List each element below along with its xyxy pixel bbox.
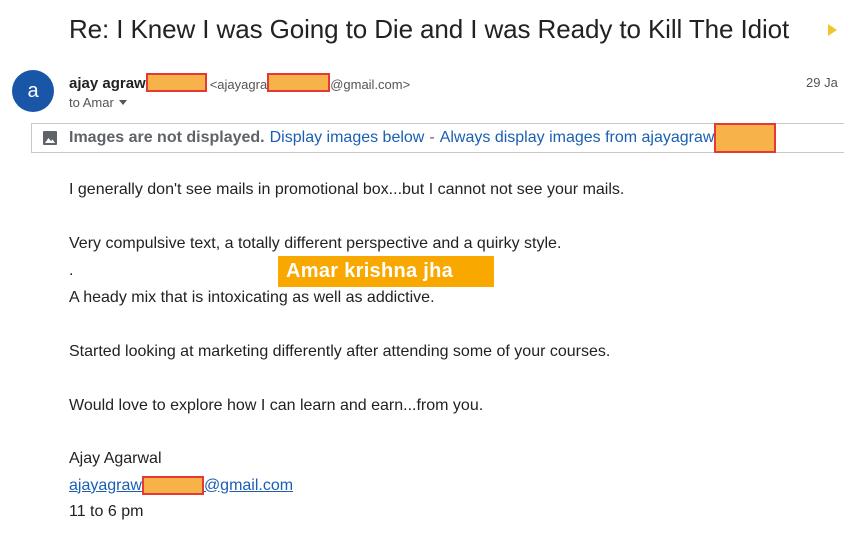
signature-name: Ajay Agarwal xyxy=(69,450,162,467)
body-line: A heady mix that is intoxicating as well… xyxy=(69,289,435,306)
link-separator: - xyxy=(429,129,435,146)
sender-name[interactable]: ajay agraw xyxy=(69,75,146,92)
signature-email-domain-link[interactable]: @gmail.com xyxy=(204,477,293,495)
body-line: Would love to explore how I can learn an… xyxy=(69,397,484,414)
sender-email-prefix: <ajayagra xyxy=(209,77,268,92)
recipient-label: to Amar xyxy=(69,95,114,110)
email-date: 29 Ja xyxy=(806,75,838,90)
sender-row: ajay agraw <ajayagra @gmail.com> xyxy=(69,73,410,92)
recipient-row[interactable]: to Amar xyxy=(69,95,127,110)
signature-email-link[interactable]: ajayagraw xyxy=(69,477,142,495)
images-notice: Images are not displayed. xyxy=(69,129,265,146)
display-images-below-link[interactable]: Display images below xyxy=(270,129,425,147)
redaction-box xyxy=(141,476,204,495)
sender-avatar[interactable]: a xyxy=(12,70,54,112)
body-line: . xyxy=(69,262,74,279)
image-icon xyxy=(43,131,57,145)
redaction-box xyxy=(145,73,207,92)
redaction-box xyxy=(267,73,331,92)
watermark-label: Amar krishna jha xyxy=(278,256,494,287)
body-line: I generally don't see mails in promotion… xyxy=(69,181,625,198)
signature-hours: 11 to 6 pm xyxy=(69,503,144,520)
body-line: Started looking at marketing differently… xyxy=(69,343,611,360)
important-marker-icon[interactable] xyxy=(828,24,837,36)
chevron-down-icon[interactable] xyxy=(118,100,127,105)
body-line: Very compulsive text, a totally differen… xyxy=(69,235,562,252)
signature-email-row: ajayagraw @gmail.com xyxy=(69,476,293,495)
sender-email-suffix: @gmail.com> xyxy=(330,77,411,92)
email-subject: Re: I Knew I was Going to Die and I was … xyxy=(69,14,790,44)
redaction-box xyxy=(714,123,777,153)
images-not-displayed-bar: Images are not displayed. Display images… xyxy=(31,123,844,153)
always-display-images-link[interactable]: Always display images from ajayagraw xyxy=(440,129,715,147)
